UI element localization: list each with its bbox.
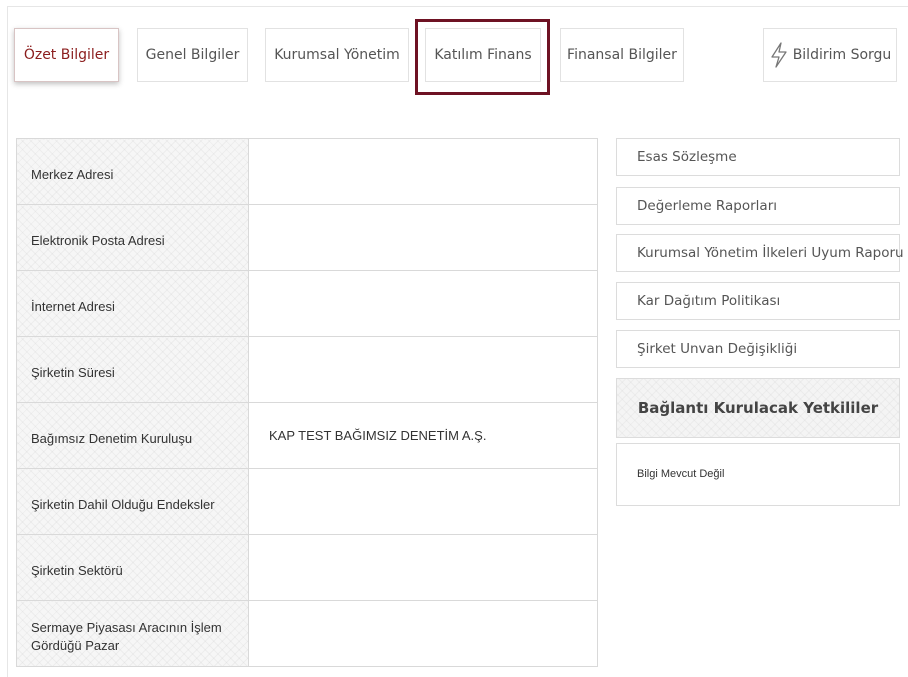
row-label: Bağımsız Denetim Kuruluşu: [16, 402, 249, 469]
tab-bildirim-sorgu[interactable]: Bildirim Sorgu: [763, 28, 897, 82]
tab-label: Genel Bilgiler: [145, 47, 240, 63]
tab-genel-bilgiler[interactable]: Genel Bilgiler: [137, 28, 248, 82]
table-row: Merkez Adresi: [16, 138, 598, 205]
contacts-header: Bağlantı Kurulacak Yetkililer: [616, 378, 900, 438]
row-label: Şirketin Sektörü: [16, 534, 249, 601]
tab-label: Özet Bilgiler: [23, 47, 110, 63]
contacts-body: Bilgi Mevcut Değil: [616, 443, 900, 506]
lightning-bolt-icon: [771, 42, 787, 68]
row-value: [248, 270, 598, 337]
table-row: Şirketin Sektörü: [16, 534, 598, 601]
tab-finansal-bilgiler[interactable]: Finansal Bilgiler: [560, 28, 684, 82]
tab-kurumsal-yonetim[interactable]: Kurumsal Yönetim: [265, 28, 409, 82]
row-label: Elektronik Posta Adresi: [16, 204, 249, 271]
tab-label: Kurumsal Yönetim: [274, 47, 400, 63]
link-degerleme-raporlari[interactable]: Değerleme Raporları: [616, 187, 900, 225]
contacts-title: Bağlantı Kurulacak Yetkililer: [637, 399, 879, 417]
link-label: Kar Dağıtım Politikası: [637, 293, 781, 309]
row-label: Merkez Adresi: [16, 138, 249, 205]
link-kar-dagitim-politikasi[interactable]: Kar Dağıtım Politikası: [616, 282, 900, 320]
link-label: Kurumsal Yönetim İlkeleri Uyum Raporu: [637, 245, 904, 261]
tab-katilim-finans[interactable]: Katılım Finans: [425, 28, 541, 82]
row-value: [248, 204, 598, 271]
link-label: Şirket Unvan Değişikliği: [637, 341, 798, 357]
tab-label: Bildirim Sorgu: [792, 47, 892, 63]
link-esas-sozlesme[interactable]: Esas Sözleşme: [616, 138, 900, 176]
row-label: Şirketin Dahil Olduğu Endeksler: [16, 468, 249, 535]
row-value: [248, 534, 598, 601]
tab-ozet-bilgiler[interactable]: Özet Bilgiler: [14, 28, 119, 82]
link-label: Değerleme Raporları: [637, 198, 777, 214]
table-row: Elektronik Posta Adresi: [16, 204, 598, 271]
link-kurumsal-yonetim-uyum-raporu[interactable]: Kurumsal Yönetim İlkeleri Uyum Raporu: [616, 234, 904, 272]
company-info-table: Merkez Adresi Elektronik Posta Adresi İn…: [16, 138, 598, 667]
row-label: Sermaye Piyasası Aracının İşlem Gördüğü …: [16, 600, 249, 667]
row-label: Şirketin Süresi: [16, 336, 249, 403]
tab-label: Katılım Finans: [434, 47, 532, 63]
row-label: İnternet Adresi: [16, 270, 249, 337]
table-row: Bağımsız Denetim Kuruluşu KAP TEST BAĞIM…: [16, 402, 598, 469]
table-row: İnternet Adresi: [16, 270, 598, 337]
table-row: Şirketin Dahil Olduğu Endeksler: [16, 468, 598, 535]
tab-label: Finansal Bilgiler: [567, 47, 677, 63]
row-value: [248, 336, 598, 403]
row-value: KAP TEST BAĞIMSIZ DENETİM A.Ş.: [248, 402, 598, 469]
table-row: Şirketin Süresi: [16, 336, 598, 403]
link-label: Esas Sözleşme: [637, 149, 737, 165]
table-row: Sermaye Piyasası Aracının İşlem Gördüğü …: [16, 600, 598, 667]
link-sirket-unvan-degisikligi[interactable]: Şirket Unvan Değişikliği: [616, 330, 900, 368]
row-value: [248, 600, 598, 667]
row-value: [248, 468, 598, 535]
row-value: [248, 138, 598, 205]
contacts-empty-text: Bilgi Mevcut Değil: [637, 468, 725, 480]
